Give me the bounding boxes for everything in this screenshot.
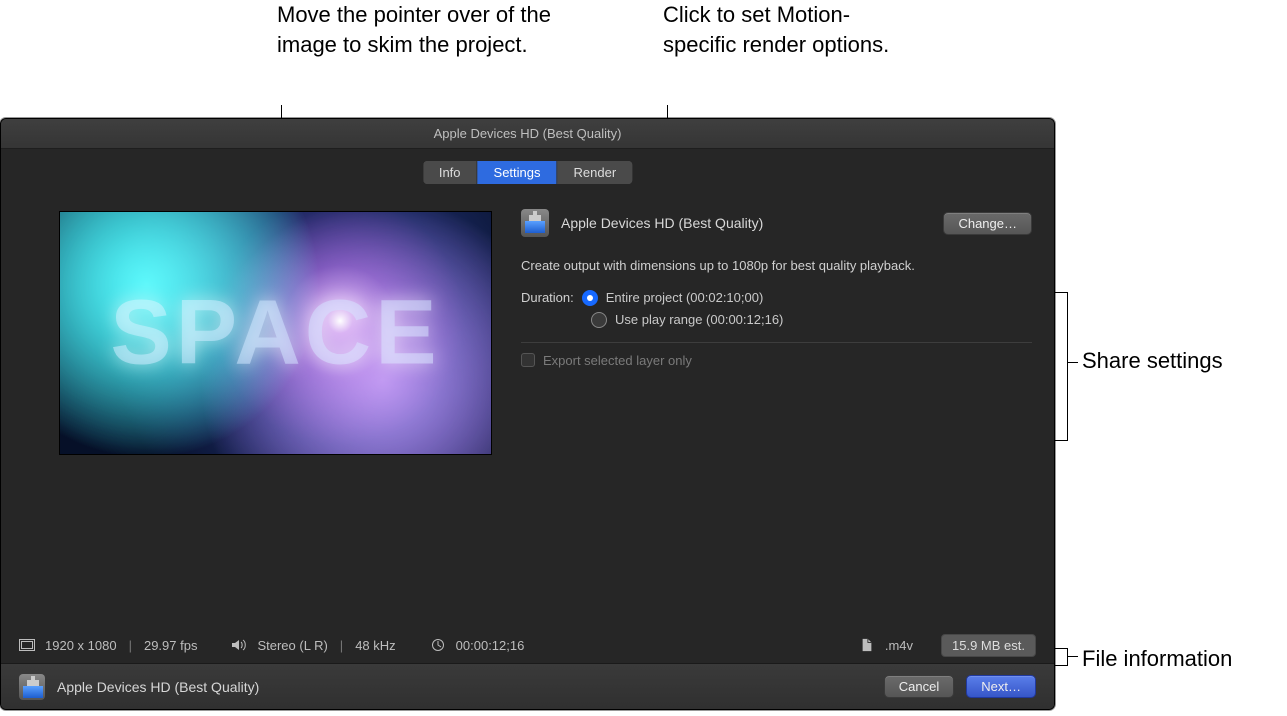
- bracket: [1068, 656, 1078, 657]
- callout-share-settings: Share settings: [1082, 346, 1282, 376]
- speaker-icon: [231, 638, 247, 652]
- radio-play-range-label: Use play range (00:00:12;16): [615, 312, 783, 327]
- share-dialog: Apple Devices HD (Best Quality) Info Set…: [0, 118, 1055, 710]
- tab-bar: Info Settings Render: [423, 161, 632, 184]
- preview-text: SPACE: [60, 281, 491, 386]
- divider: [521, 342, 1032, 343]
- callout-file-information: File information: [1082, 644, 1282, 674]
- preset-name: Apple Devices HD (Best Quality): [561, 215, 931, 231]
- settings-panel: Apple Devices HD (Best Quality) Change… …: [521, 209, 1032, 374]
- duration-label: Duration:: [521, 290, 574, 305]
- callout-render: Click to set Motion-specific render opti…: [663, 0, 923, 59]
- radio-play-range[interactable]: [591, 312, 607, 328]
- window-title: Apple Devices HD (Best Quality): [1, 119, 1054, 149]
- radio-entire-project[interactable]: [582, 290, 598, 306]
- cancel-button[interactable]: Cancel: [884, 675, 954, 698]
- footer-preset-name: Apple Devices HD (Best Quality): [57, 679, 259, 695]
- status-size-estimate: 15.9 MB est.: [941, 634, 1036, 657]
- radio-entire-project-label: Entire project (00:02:10;00): [606, 290, 764, 305]
- status-extension: .m4v: [885, 638, 913, 653]
- status-audio: Stereo (L R): [257, 638, 327, 653]
- status-bar: 1920 x 1080 | 29.97 fps Stereo (L R) | 4…: [1, 627, 1054, 663]
- video-frame-icon: [19, 638, 35, 652]
- status-fps: 29.97 fps: [144, 638, 198, 653]
- checkbox-export-selected-layer[interactable]: [521, 353, 535, 367]
- dialog-footer: Apple Devices HD (Best Quality) Cancel N…: [1, 663, 1054, 709]
- status-dimensions: 1920 x 1080: [45, 638, 117, 653]
- tab-render[interactable]: Render: [558, 161, 633, 184]
- status-duration: 00:00:12;16: [456, 638, 525, 653]
- clock-icon: [430, 638, 446, 652]
- preset-description: Create output with dimensions up to 1080…: [521, 257, 1032, 276]
- status-sample-rate: 48 kHz: [355, 638, 395, 653]
- share-destination-icon: [521, 209, 549, 237]
- callout-skim: Move the pointer over of the image to sk…: [277, 0, 577, 59]
- file-icon: [859, 638, 875, 652]
- tab-settings[interactable]: Settings: [478, 161, 558, 184]
- change-button[interactable]: Change…: [943, 212, 1032, 235]
- bracket: [1068, 362, 1078, 363]
- tab-info[interactable]: Info: [423, 161, 478, 184]
- checkbox-export-selected-layer-label: Export selected layer only: [543, 353, 692, 368]
- preview-thumbnail[interactable]: SPACE: [59, 211, 492, 455]
- next-button[interactable]: Next…: [966, 675, 1036, 698]
- share-destination-icon: [19, 674, 45, 700]
